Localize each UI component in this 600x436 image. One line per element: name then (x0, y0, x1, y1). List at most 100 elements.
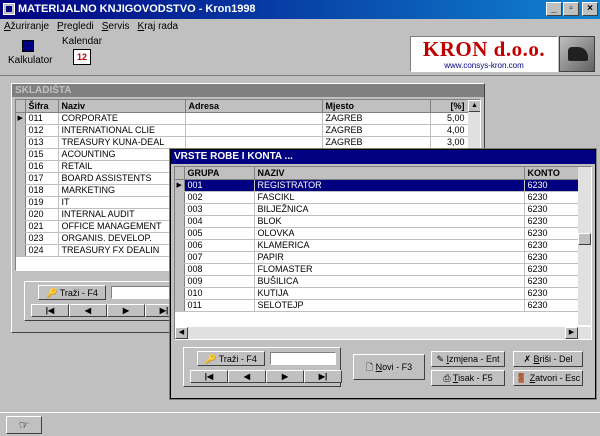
table-row[interactable]: 005 OLOVKA 6230 (175, 227, 581, 240)
cell-naziv: OFFICE MANAGEMENT (58, 220, 186, 233)
cell-konto: 6230 (524, 215, 581, 228)
cell-grupa: 005 (184, 227, 255, 240)
table-row[interactable]: 013 TREASURY KUNA-DEAL ZAGREB 3,00 (16, 136, 470, 149)
brisi-button[interactable]: ✗ Briši - Del (513, 351, 583, 367)
skladista-title: SKLADIŠTA (12, 84, 484, 97)
vrste-robe-window: VRSTE ROBE I KONTA ... GRUPA NAZIV KONTO… (169, 148, 597, 400)
table-row[interactable]: 004 BLOK 6230 (175, 215, 581, 228)
cell-naziv: KUTIJA (254, 287, 525, 300)
cell-konto: 6230 (524, 191, 581, 204)
cell-pct: 5,00 (430, 112, 470, 125)
menu-azuriranje[interactable]: Ažuriranje (4, 19, 49, 34)
vrste-search-button[interactable]: 🔑 Traži - F4 (197, 351, 265, 366)
cell-konto: 6230 (524, 227, 581, 240)
menu-bar: Ažuriranje Pregledi Servis Kraj rada (0, 19, 600, 34)
next-record-button[interactable]: ▶ (266, 370, 304, 383)
row-indicator (16, 160, 26, 173)
cell-grupa: 007 (184, 251, 255, 264)
scroll-left-button[interactable]: ◀ (175, 327, 188, 339)
cell-naziv: OLOVKA (254, 227, 525, 240)
scroll-up-button[interactable]: ▲ (468, 100, 480, 112)
scroll-right-button[interactable]: ▶ (565, 327, 578, 339)
cell-sifra: 015 (25, 148, 59, 161)
col-sifra[interactable]: Šifra (25, 100, 59, 113)
last-record-button[interactable]: ▶| (304, 370, 342, 383)
table-row[interactable]: 006 KLAMERICA 6230 (175, 239, 581, 252)
skladista-search-input[interactable] (111, 286, 177, 299)
calculator-icon (22, 40, 34, 52)
skladista-search-button[interactable]: 🔑 Traži - F4 (38, 285, 106, 300)
table-row[interactable]: 008 FLOMASTER 6230 (175, 263, 581, 276)
cell-sifra: 017 (25, 172, 59, 185)
cell-naziv: CORPORATE (58, 112, 186, 125)
col-naziv[interactable]: Naziv (58, 100, 186, 113)
vscroll-thumb[interactable] (578, 233, 591, 245)
row-indicator (16, 220, 26, 233)
first-record-button[interactable]: |◀ (190, 370, 228, 383)
cell-naziv: IT (58, 196, 186, 209)
cell-naziv: MARKETING (58, 184, 186, 197)
vrste-search-input[interactable] (270, 352, 336, 365)
table-row[interactable]: 010 KUTIJA 6230 (175, 287, 581, 300)
skladista-nav-panel: 🔑 Traži - F4 |◀ ◀ ▶ ▶| (24, 281, 183, 321)
col-adresa[interactable]: Adresa (185, 100, 323, 113)
cell-grupa: 001 (184, 179, 255, 192)
menu-servis[interactable]: Servis (102, 19, 130, 34)
app-icon[interactable] (3, 3, 15, 15)
vrste-vscroll[interactable] (578, 167, 591, 325)
cell-grupa: 008 (184, 263, 255, 276)
kalendar-tool[interactable]: Kalendar 12 (62, 36, 102, 65)
cell-konto: 6230 (524, 251, 581, 264)
zatvori-button[interactable]: 🚪 Zatvori - Esc (513, 370, 583, 386)
maximize-button[interactable]: ▫ (563, 2, 579, 16)
table-row[interactable]: ▶ 011 CORPORATE ZAGREB 5,00 (16, 112, 470, 125)
table-row[interactable]: 009 BUŠILICA 6230 (175, 275, 581, 288)
table-row[interactable]: 003 BILJEŽNICA 6230 (175, 203, 581, 216)
table-row[interactable]: 011 SELOTEJP 6230 (175, 299, 581, 312)
first-record-button[interactable]: |◀ (31, 304, 69, 317)
cell-sifra: 019 (25, 196, 59, 209)
prev-record-button[interactable]: ◀ (228, 370, 266, 383)
pointing-hand-icon[interactable]: ☞ (6, 416, 42, 434)
vrste-hscroll[interactable]: ◀ ▶ (175, 327, 591, 339)
cell-sifra: 023 (25, 232, 59, 245)
table-row[interactable]: ▶ 001 REGISTRATOR 6230 (175, 179, 581, 192)
col-grupa[interactable]: GRUPA (184, 167, 255, 180)
close-button[interactable]: × (582, 2, 598, 16)
col-konto[interactable]: KONTO (524, 167, 581, 180)
col-naziv-vrste[interactable]: NAZIV (254, 167, 525, 180)
cell-sifra: 018 (25, 184, 59, 197)
tisak-button[interactable]: ⎙ Tisak - F5 (431, 370, 505, 386)
table-row[interactable]: 002 FASCIKL 6230 (175, 191, 581, 204)
row-indicator (175, 299, 185, 312)
kalkulator-tool[interactable]: Kalkulator (8, 40, 52, 66)
menu-pregledi[interactable]: Pregledi (57, 19, 94, 34)
row-indicator (175, 263, 185, 276)
row-indicator (16, 208, 26, 221)
cell-konto: 6230 (524, 275, 581, 288)
col-mjesto[interactable]: Mjesto (322, 100, 431, 113)
novi-button[interactable]: 🗋 Novi - F3 (353, 354, 425, 380)
cell-grupa: 004 (184, 215, 255, 228)
next-record-button[interactable]: ▶ (107, 304, 145, 317)
table-row[interactable]: 012 INTERNATIONAL CLIE ZAGREB 4,00 (16, 124, 470, 137)
cell-sifra: 013 (25, 136, 59, 149)
izmjena-button[interactable]: ✎ Izmjena - Ent (431, 351, 505, 367)
logo-website: www.consys-kron.com (444, 61, 524, 70)
table-row[interactable]: 007 PAPIR 6230 (175, 251, 581, 264)
menu-kraj-rada[interactable]: Kraj rada (138, 19, 179, 34)
vrste-grid[interactable]: GRUPA NAZIV KONTO ▶ 001 REGISTRATOR 6230 002… (174, 166, 592, 340)
key-icon: 🔑 (205, 354, 217, 364)
cell-naziv: INTERNATIONAL CLIE (58, 124, 186, 137)
row-indicator (16, 244, 26, 257)
cell-pct: 4,00 (430, 124, 470, 137)
cell-naziv: RETAIL (58, 160, 186, 173)
row-indicator (175, 191, 185, 204)
prev-record-button[interactable]: ◀ (69, 304, 107, 317)
minimize-button[interactable]: _ (546, 2, 562, 16)
cell-naziv: PAPIR (254, 251, 525, 264)
company-logo: KRON d.o.o. www.consys-kron.com (410, 36, 558, 72)
col-pct[interactable]: [%] (430, 100, 470, 113)
kalendar-label: Kalendar (62, 36, 103, 47)
cell-sifra: 016 (25, 160, 59, 173)
